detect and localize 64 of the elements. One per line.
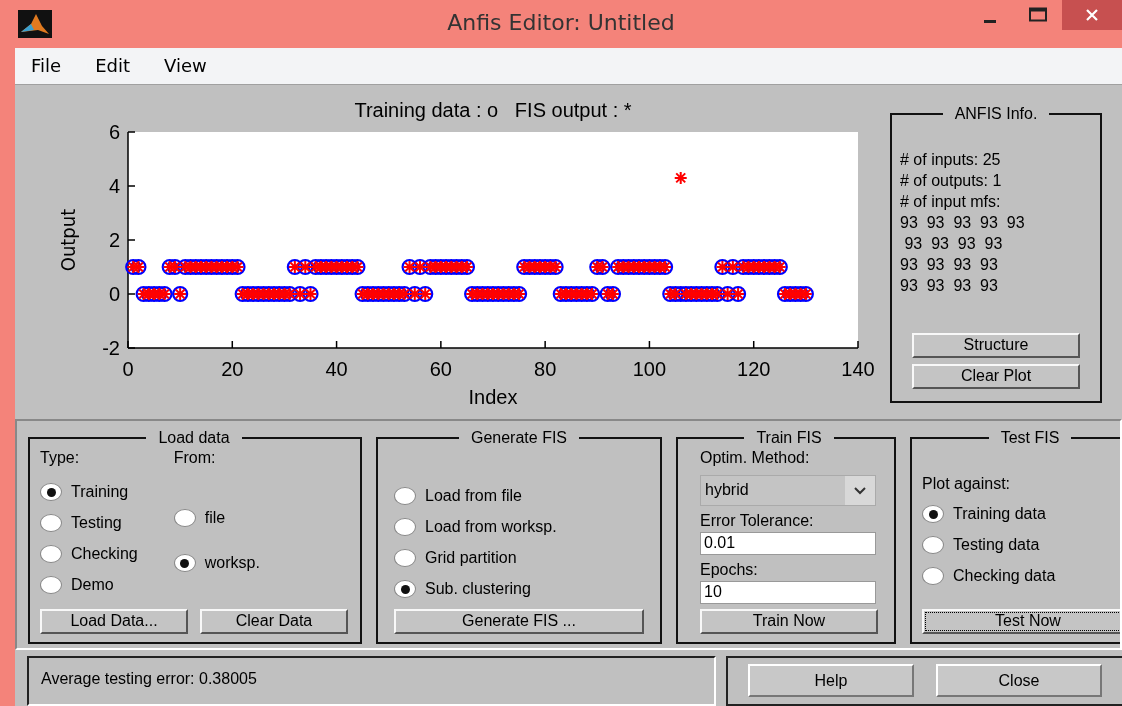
radio-label[interactable]: Load from worksp. [425, 518, 557, 537]
info-text: 93 93 93 93 [903, 233, 1004, 254]
tick-label: 120 [737, 357, 771, 380]
tick-label: 140 [841, 357, 875, 380]
radio-label[interactable]: Testing [71, 514, 122, 533]
panel-title: ANFIS Info. [953, 104, 1039, 123]
menu-item[interactable]: File [15, 55, 79, 77]
field-label: Error Tolerance: [700, 510, 815, 531]
group-title: Test FIS [999, 428, 1061, 447]
dialog-button[interactable]: Close [936, 664, 1102, 698]
group-title: Train FIS [755, 428, 823, 447]
info-text: # of input mfs: [900, 191, 1002, 212]
tick-label: 60 [429, 357, 452, 380]
axis-label: Output [56, 208, 80, 272]
group-title: Load data [157, 428, 231, 447]
menu-item[interactable]: Edit [78, 55, 147, 77]
info-text: 93 93 93 93 [900, 275, 999, 296]
action-button[interactable]: Load Data... [40, 608, 188, 634]
dialog-button[interactable]: Help [748, 664, 914, 698]
radio-label[interactable]: Sub. clustering [425, 580, 531, 599]
tick-label: 40 [325, 357, 348, 380]
tick-label: 6 [108, 120, 120, 143]
field-label: Type: [40, 447, 81, 468]
radio-label[interactable]: Load from file [425, 487, 522, 506]
method-dropdown[interactable]: hybrid [700, 474, 876, 506]
axis-label: Index [468, 385, 518, 408]
tick-label: 4 [108, 174, 120, 197]
radio-label[interactable]: Training data [953, 505, 1046, 524]
tick-label: 20 [221, 357, 244, 380]
action-button[interactable]: Train Now [700, 608, 878, 634]
group-title: Generate FIS [469, 428, 568, 447]
tick-label: 0 [108, 282, 120, 305]
status-text: Average testing error: 0.38005 [27, 656, 716, 706]
field-label: From: [173, 447, 217, 468]
action-button[interactable]: Generate FIS ... [394, 608, 644, 634]
panel-button[interactable]: Clear Plot [912, 363, 1080, 389]
tick-label: 2 [108, 228, 120, 251]
chart-title: Training data : o FIS output : * [354, 98, 632, 121]
radio-label[interactable]: Grid partition [425, 549, 517, 568]
tick-label: -2 [102, 336, 120, 359]
menu-item[interactable]: View [147, 55, 224, 77]
radio-label[interactable]: Testing data [953, 536, 1040, 555]
tick-label: 80 [534, 357, 557, 380]
window-title: Anfis Editor: Untitled [446, 10, 676, 35]
panel-button[interactable]: Structure [912, 332, 1080, 358]
input-field[interactable]: 10 [700, 580, 876, 604]
radio-label[interactable]: Training [71, 483, 129, 502]
radio-label[interactable]: Checking [71, 545, 138, 564]
field-label: Optim. Method: [700, 447, 811, 468]
tick-label: 0 [122, 357, 134, 380]
info-text: # of outputs: 1 [900, 170, 1003, 191]
info-text: 93 93 93 93 [900, 254, 999, 275]
input-field[interactable]: 0.01 [700, 531, 876, 555]
action-button[interactable]: Clear Data [200, 608, 348, 634]
radio-label[interactable]: Checking data [953, 567, 1056, 586]
field-label: Plot against: [922, 473, 1012, 494]
tick-label: 100 [632, 357, 667, 380]
radio-label[interactable]: worksp. [204, 554, 260, 573]
field-label: Epochs: [700, 559, 759, 580]
radio-label[interactable]: file [204, 509, 226, 528]
radio-label[interactable]: Demo [71, 576, 114, 595]
info-text: # of inputs: 25 [900, 149, 1002, 170]
action-button[interactable]: Test Now [922, 608, 1120, 634]
info-text: 93 93 93 93 93 [900, 212, 1026, 233]
